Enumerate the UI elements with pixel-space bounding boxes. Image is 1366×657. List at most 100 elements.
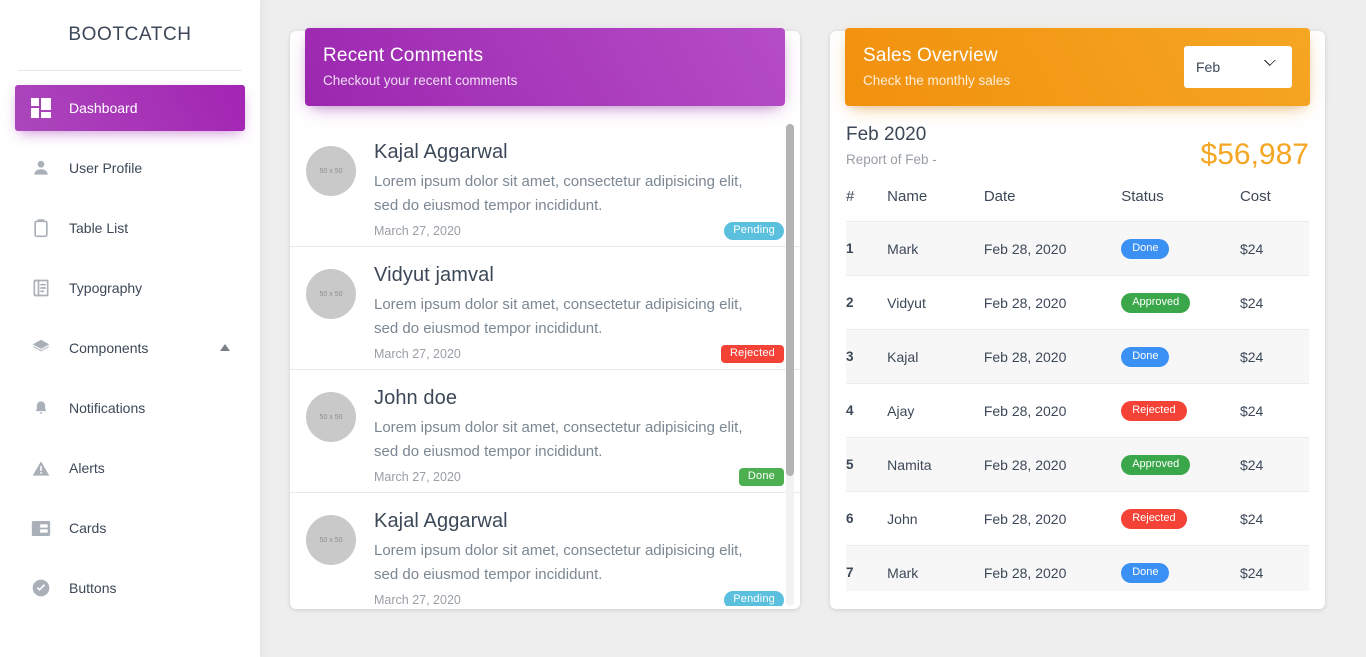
cell-name: John (887, 491, 984, 546)
table-row[interactable]: 4 Ajay Feb 28, 2020 Rejected $24 (846, 383, 1309, 438)
column-header-name: Name (887, 188, 928, 205)
cell-cost: $24 (1239, 329, 1309, 384)
status-badge: Pending (724, 591, 784, 606)
sidebar-item-label: Notifications (69, 400, 146, 416)
cell-cost: $24 (1239, 383, 1309, 438)
comment-author: John doe (374, 387, 458, 409)
cell-status: Approved (1121, 437, 1240, 492)
sidebar-item-label: User Profile (69, 160, 143, 176)
cell-num: 4 (846, 383, 888, 438)
cell-num: 7 (846, 545, 888, 591)
cell-date: Feb 28, 2020 (983, 383, 1122, 438)
list-item[interactable]: 50 x 50 Kajal Aggarwal Lorem ipsum dolor… (290, 124, 800, 247)
card-title: Sales Overview (863, 45, 998, 66)
card-icon (29, 516, 53, 540)
sales-body: Feb 2020 Report of Feb - $56,987 # Name … (830, 124, 1325, 606)
sidebar-item-dashboard[interactable]: Dashboard (15, 85, 245, 131)
cell-num: 5 (846, 437, 888, 492)
month-select[interactable]: JanFebMarAprMayJunJulAugSepOctNovDec (1184, 46, 1292, 88)
sales-report-label: Report of Feb - (846, 152, 937, 167)
table-row[interactable]: 7 Mark Feb 28, 2020 Done $24 (846, 545, 1309, 591)
cell-num: 6 (846, 491, 888, 546)
column-header-cost: Cost (1239, 188, 1271, 205)
recent-comments-header: Recent Comments Checkout your recent com… (305, 28, 785, 106)
sidebar-item-components[interactable]: Components (15, 325, 245, 371)
cell-status: Rejected (1121, 491, 1240, 546)
cell-cost: $24 (1239, 491, 1309, 546)
column-header-date: Date (983, 188, 1016, 205)
sidebar-nav: Dashboard User Profile Table List Typogr… (0, 71, 260, 611)
table-row[interactable]: 2 Vidyut Feb 28, 2020 Approved $24 (846, 275, 1309, 330)
cell-status: Done (1121, 545, 1240, 591)
card-subtitle: Check the monthly sales (863, 72, 1011, 88)
comment-text: Lorem ipsum dolor sit amet, consectetur … (374, 173, 743, 214)
cell-cost: $24 (1239, 275, 1309, 330)
table-row[interactable]: 3 Kajal Feb 28, 2020 Done $24 (846, 329, 1309, 384)
status-badge: Done (1121, 563, 1170, 583)
comment-text: Lorem ipsum dolor sit amet, consectetur … (374, 296, 743, 337)
cell-date: Feb 28, 2020 (983, 491, 1122, 546)
text-document-icon (29, 276, 53, 300)
cell-status: Done (1121, 221, 1240, 276)
cell-name: Vidyut (887, 275, 984, 330)
comment-author: Kajal Aggarwal (374, 141, 508, 163)
cell-cost: $24 (1239, 545, 1309, 591)
cell-date: Feb 28, 2020 (983, 545, 1122, 591)
cell-date: Feb 28, 2020 (983, 437, 1122, 492)
check-circle-icon (29, 576, 53, 600)
sales-overview-header: Sales Overview Check the monthly sales J… (845, 28, 1310, 106)
sidebar-item-label: Cards (69, 520, 107, 536)
cell-name: Mark (887, 221, 984, 276)
comment-author: Vidyut jamval (374, 264, 494, 286)
cell-name: Namita (887, 437, 984, 492)
list-item[interactable]: 50 x 50 Kajal Aggarwal Lorem ipsum dolor… (290, 493, 800, 606)
comment-date: March 27, 2020 (374, 470, 461, 484)
sidebar-item-label: Typography (69, 280, 143, 296)
cell-name: Kajal (887, 329, 984, 384)
column-header-num: # (846, 188, 855, 205)
cell-status: Approved (1121, 275, 1240, 330)
sidebar: BOOTCATCH Dashboard User Profile Table L… (0, 0, 260, 657)
sidebar-item-table-list[interactable]: Table List (15, 205, 245, 251)
table-row[interactable]: 5 Namita Feb 28, 2020 Approved $24 (846, 437, 1309, 492)
sidebar-item-typography[interactable]: Typography (15, 265, 245, 311)
brand-title: BOOTCATCH (68, 24, 192, 45)
list-item[interactable]: 50 x 50 John doe Lorem ipsum dolor sit a… (290, 370, 800, 493)
sidebar-item-user-profile[interactable]: User Profile (15, 145, 245, 191)
comments-scroll-area: 50 x 50 Kajal Aggarwal Lorem ipsum dolor… (290, 124, 800, 606)
table-row[interactable]: 6 John Feb 28, 2020 Rejected $24 (846, 491, 1309, 546)
table-row[interactable]: 1 Mark Feb 28, 2020 Done $24 (846, 221, 1309, 276)
chevron-up-icon[interactable] (219, 339, 231, 357)
comments-scrollbar[interactable] (786, 124, 794, 606)
comment-date: March 27, 2020 (374, 224, 461, 238)
clipboard-icon (29, 216, 53, 240)
card-title: Recent Comments (323, 45, 484, 66)
sales-amount: $56,987 (1200, 138, 1309, 171)
list-item[interactable]: 50 x 50 Vidyut jamval Lorem ipsum dolor … (290, 247, 800, 370)
comments-scrollbar-thumb[interactable] (786, 124, 794, 476)
sales-overview-card: Sales Overview Check the monthly sales J… (830, 28, 1325, 609)
status-badge: Done (1121, 239, 1170, 259)
avatar: 50 x 50 (306, 269, 356, 319)
bell-icon (29, 396, 53, 420)
layers-icon (29, 336, 53, 360)
comment-date: March 27, 2020 (374, 347, 461, 361)
status-badge: Done (738, 468, 784, 486)
sidebar-item-buttons[interactable]: Buttons (15, 565, 245, 611)
cell-cost: $24 (1239, 437, 1309, 492)
dashboard-grid-icon (29, 96, 53, 120)
sales-table-wrap: # Name Date Status Cost 1 Mark Feb 28, 2… (846, 188, 1309, 591)
status-badge: Approved (1121, 293, 1191, 313)
person-icon (29, 156, 53, 180)
sidebar-item-label: Buttons (69, 580, 117, 596)
sidebar-item-notifications[interactable]: Notifications (15, 385, 245, 431)
main-content: Recent Comments Checkout your recent com… (260, 0, 1366, 657)
cell-num: 1 (846, 221, 888, 276)
sidebar-item-alerts[interactable]: Alerts (15, 445, 245, 491)
status-badge: Rejected (1121, 509, 1187, 529)
cell-num: 3 (846, 329, 888, 384)
warning-triangle-icon (29, 456, 53, 480)
sales-period: Feb 2020 (846, 124, 927, 145)
table-header-row: # Name Date Status Cost (846, 188, 1309, 222)
sidebar-item-cards[interactable]: Cards (15, 505, 245, 551)
